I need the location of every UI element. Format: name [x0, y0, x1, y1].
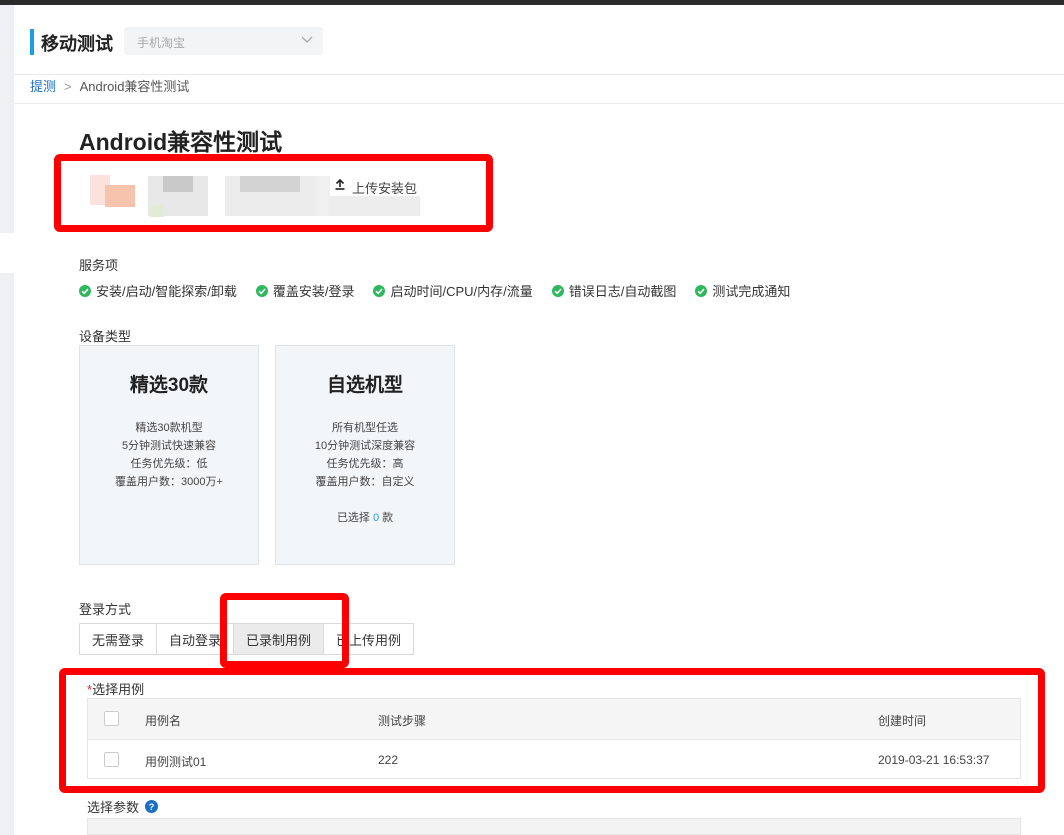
breadcrumb-divider [14, 103, 1064, 104]
page-title: Android兼容性测试 [79, 129, 283, 155]
breadcrumb: 提测 > Android兼容性测试 [30, 76, 189, 103]
annotation-box-upload [54, 154, 493, 232]
device-card-curated[interactable]: 精选30款 精选30款机型 5分钟测试快速兼容 任务优先级：低 覆盖用户数：30… [79, 345, 259, 565]
service-item: 安装/启动/智能探索/卸载 [79, 281, 237, 300]
service-item-label: 安装/启动/智能探索/卸载 [96, 284, 237, 299]
selected-prefix: 已选择 [336, 512, 370, 524]
help-circle-icon[interactable]: ? [145, 800, 159, 813]
device-card-title: 精选30款 [129, 375, 209, 396]
left-sidebar-gap [0, 233, 14, 273]
annotation-box-cases-table [59, 668, 1045, 793]
selected-suffix: 款 [382, 512, 394, 524]
breadcrumb-current: Android兼容性测试 [79, 79, 190, 94]
service-item: 测试完成通知 [695, 281, 790, 300]
device-card-line: 覆盖用户数：自定义 [315, 476, 415, 488]
check-circle-icon [695, 284, 708, 297]
left-sidebar-strip [0, 5, 14, 835]
select-params-text: 选择参数 [87, 800, 140, 815]
selected-count: 0 [372, 512, 380, 524]
check-circle-icon [255, 284, 268, 297]
annotation-box-recorded-tab [220, 593, 349, 668]
app-select-value: 手机淘宝 [137, 36, 186, 50]
breadcrumb-root-link[interactable]: 提测 [30, 79, 56, 94]
service-item-label: 错误日志/自动截图 [568, 284, 677, 299]
app-title: 移动测试 [41, 34, 113, 54]
device-card-line: 任务优先级：高 [326, 458, 404, 470]
check-circle-icon [373, 284, 386, 297]
service-item-label: 测试完成通知 [712, 284, 791, 299]
device-card-description: 精选30款机型 5分钟测试快速兼容 任务优先级：低 覆盖用户数：3000万+ [80, 419, 258, 491]
services-label: 服务项 [79, 258, 119, 273]
check-circle-icon [551, 284, 564, 297]
device-card-line: 任务优先级：低 [130, 458, 208, 470]
device-card-line: 精选30款机型 [135, 422, 203, 434]
chevron-down-icon [301, 36, 313, 43]
service-item: 启动时间/CPU/内存/流量 [373, 281, 533, 300]
svg-text:?: ? [149, 802, 155, 812]
login-method-label: 登录方式 [79, 602, 132, 617]
select-params-label: 选择参数 ? [87, 797, 159, 816]
app-header: 移动测试 手机淘宝 [14, 5, 1064, 75]
app-select-dropdown[interactable]: 手机淘宝 [124, 27, 323, 55]
params-panel [87, 818, 1021, 835]
check-circle-icon [79, 284, 91, 297]
device-type-label: 设备类型 [79, 329, 132, 344]
service-item: 错误日志/自动截图 [551, 281, 677, 300]
device-card-line: 覆盖用户数：3000万+ [115, 476, 223, 488]
device-card-line: 所有机型任选 [332, 422, 398, 434]
service-item-label: 覆盖安装/登录 [272, 284, 355, 299]
services-list: 安装/启动/智能探索/卸载 覆盖安装/登录 启动时间/CPU/内存/流量 错误日… [79, 281, 809, 300]
device-card-description: 所有机型任选 10分钟测试深度兼容 任务优先级：高 覆盖用户数：自定义 [276, 419, 454, 491]
device-card-line: 10分钟测试深度兼容 [314, 440, 416, 452]
service-item-label: 启动时间/CPU/内存/流量 [390, 284, 533, 299]
device-card-title: 自选机型 [326, 375, 403, 396]
device-card-line: 5分钟测试快速兼容 [121, 440, 217, 452]
tab-no-login[interactable]: 无需登录 [79, 623, 158, 655]
breadcrumb-separator: > [64, 79, 72, 94]
header-accent-bar [30, 29, 34, 55]
service-item: 覆盖安装/登录 [255, 281, 355, 300]
device-card-custom[interactable]: 自选机型 所有机型任选 10分钟测试深度兼容 任务优先级：高 覆盖用户数：自定义… [275, 345, 455, 565]
selected-count-text: 已选择 0 款 [276, 509, 454, 525]
